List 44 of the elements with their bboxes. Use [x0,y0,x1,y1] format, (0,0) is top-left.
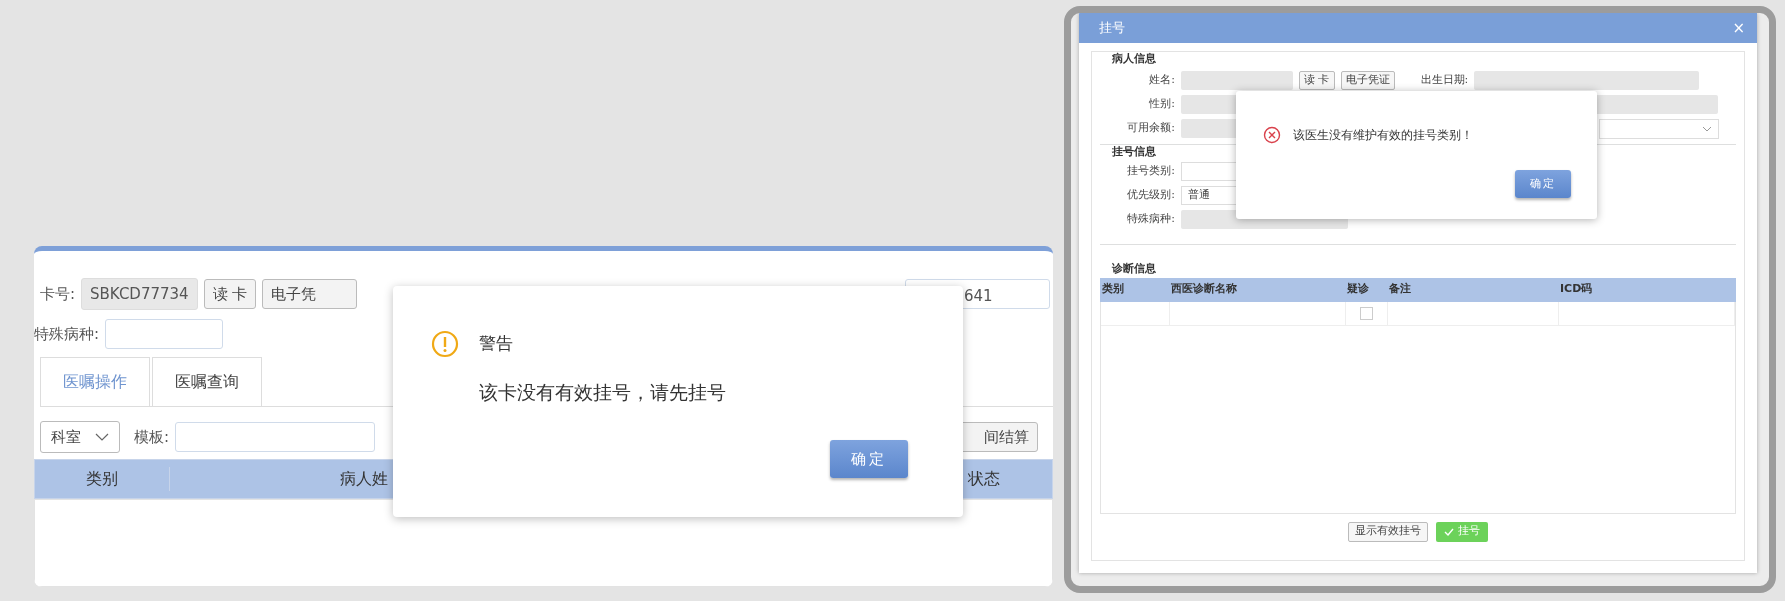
section-title: 诊断信息 [1112,261,1157,277]
tab[interactable]: 医嘱查询 [152,357,262,406]
field-label: 优先级别: [1126,186,1175,203]
error-icon [1263,126,1281,144]
column-header: 病人姓 [338,468,389,490]
dialog-message: 该医生没有维护有效的挂号类别！ [1293,127,1473,144]
template-field[interactable] [175,422,376,452]
checkbox[interactable] [1360,306,1373,320]
dropdown-field[interactable] [1599,118,1719,139]
name-field[interactable] [1181,71,1293,90]
section-title: 病人信息 [1112,51,1157,67]
e-voucher-button[interactable]: 电子凭 [262,278,358,310]
chevron-down-icon [95,433,109,441]
column-header: 状态 [966,468,1001,490]
field-label: 性别: [1148,96,1175,113]
column-header: ICD码 [1559,281,1594,298]
column-header: 疑诊 [1346,281,1370,298]
field-label: 出生日期: [1420,72,1469,89]
department-select[interactable]: 科室 [40,420,120,454]
dialog-message: 该卡没有有效挂号，请先挂号 [479,380,726,405]
birth-date-field[interactable] [1474,71,1700,90]
chevron-down-icon [1702,125,1712,132]
read-card-button[interactable]: 读 卡 [1299,71,1335,90]
section-title: 挂号信息 [1112,143,1157,160]
column-header: 西医诊断名称 [1170,281,1238,298]
read-card-button[interactable]: 读 卡 [203,278,257,310]
window-title: 挂号 [1099,19,1125,38]
field-label: 卡号: [40,283,76,305]
e-voucher-button[interactable]: 电子凭证 [1340,71,1395,90]
show-valid-button[interactable]: 显示有效挂号 [1348,521,1428,542]
field-label: 姓名: [1148,72,1175,89]
check-icon [1444,527,1454,536]
dialog-title: 警告 [479,332,513,356]
field-label: 特殊病种: [34,323,100,345]
column-header: 类别 [35,467,170,491]
warning-icon [431,330,459,358]
column-header: 备注 [1388,281,1412,298]
card-number-field[interactable]: SBKCD77734 [81,277,198,311]
column-header: 类别 [1101,281,1125,298]
field-label: 挂号类别: [1126,162,1175,179]
field-label: 可用余额: [1126,120,1175,137]
special-disease-field[interactable] [105,319,224,349]
field-label: 模板: [134,426,170,448]
field-label: 特殊病种: [1126,210,1175,227]
